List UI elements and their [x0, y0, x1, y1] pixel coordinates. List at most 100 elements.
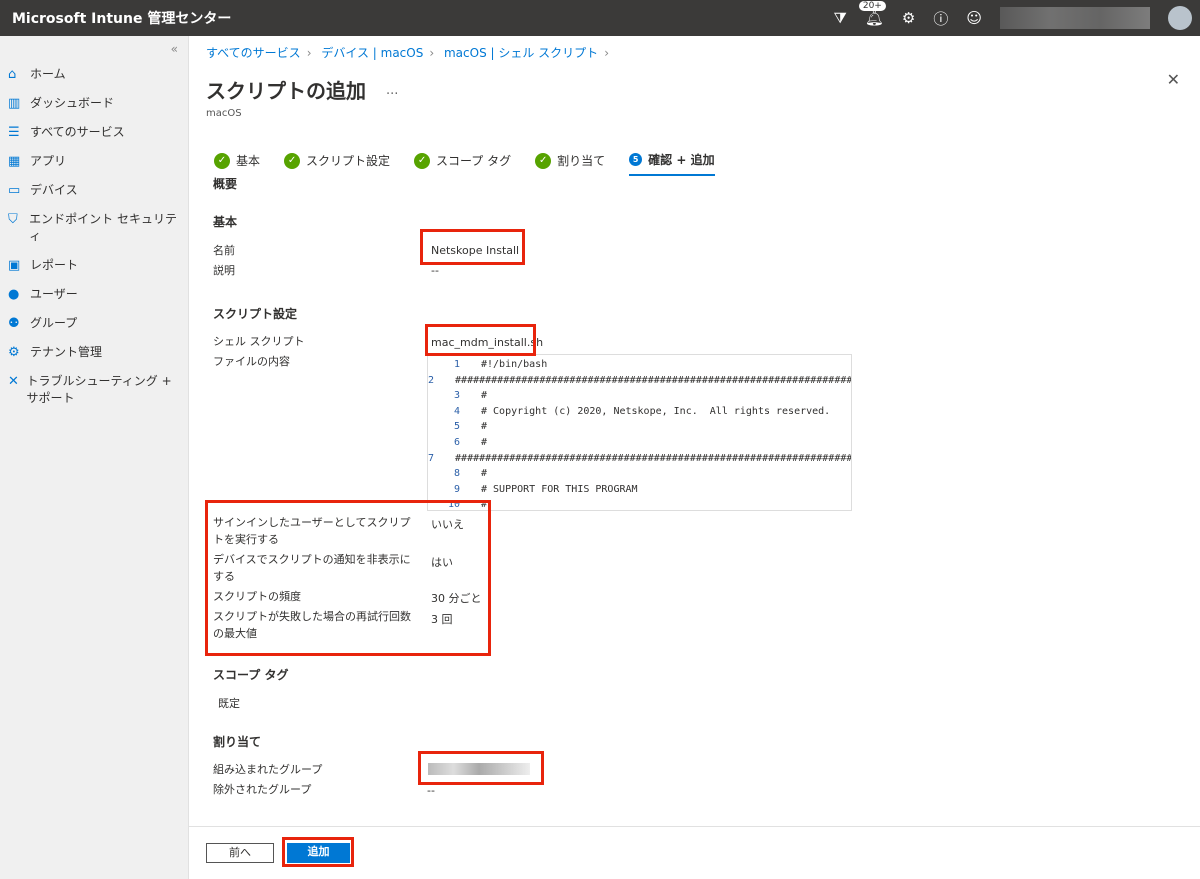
code-line: 1 #!/bin/bash: [428, 357, 851, 373]
check-icon: ✓: [214, 152, 230, 169]
sidebar-item-label: ホーム: [30, 67, 66, 81]
code-text: ########################################…: [455, 452, 852, 464]
sidebar-icon: ●: [8, 287, 20, 302]
breadcrumb-shell-scripts[interactable]: macOS | シェル スクリプト: [444, 46, 598, 60]
filter-icon[interactable]: ⧩: [833, 9, 846, 27]
description-label: 説明: [213, 264, 235, 277]
scope-tag-value: 既定: [218, 697, 240, 710]
check-icon: ✓: [535, 152, 552, 169]
sidebar-item[interactable]: ▭ デバイス: [0, 176, 188, 205]
sidebar: « ⌂ ホーム ▥ ダッシュボード ☰ すべてのサービス ▦ アプリ ▭ デバイス ⛉ エンドポイント…: [0, 36, 189, 879]
page-title: スクリプトの追加: [206, 79, 366, 103]
avatar[interactable]: [1168, 6, 1192, 30]
sidebar-icon: ▣: [8, 258, 21, 273]
sidebar-item[interactable]: ⚉ グループ: [0, 309, 188, 338]
check-icon: ✓: [284, 152, 301, 169]
page-subtitle: macOS: [206, 108, 242, 119]
sidebar-item[interactable]: ▣ レポート: [0, 251, 188, 280]
sidebar-item-label: ダッシュボード: [30, 96, 115, 110]
sidebar-icon: ⚉: [8, 316, 20, 331]
sidebar-item-label: レポート: [30, 258, 79, 272]
feedback-icon[interactable]: ☺: [966, 9, 982, 27]
code-line: 8 #: [428, 466, 851, 482]
wizard-step[interactable]: ✓ 割り当て: [535, 151, 605, 176]
code-line: 7 #######################################…: [428, 451, 851, 467]
code-line: 9 # SUPPORT FOR THIS PROGRAM: [428, 482, 851, 498]
step-label: 基本: [236, 154, 261, 168]
previous-button[interactable]: 前へ: [206, 843, 274, 863]
highlight-add: [282, 837, 354, 867]
code-text: #: [481, 468, 488, 480]
assignments-heading: 割り当て: [213, 735, 262, 749]
step-label: スクリプト設定: [306, 154, 391, 168]
collapse-icon[interactable]: «: [171, 42, 178, 56]
step-label: スコープ タグ: [436, 154, 512, 168]
code-text: # Copyright (c) 2020, Netskope, Inc. All…: [481, 405, 831, 417]
step-number-icon: 5: [629, 153, 643, 166]
code-text: #: [481, 390, 488, 402]
highlight-shell: [425, 324, 536, 356]
app-title: Microsoft Intune 管理センター: [12, 11, 232, 27]
sidebar-icon: ▭: [8, 183, 21, 198]
sidebar-item-label: グループ: [30, 316, 78, 330]
top-bar: Microsoft Intune 管理センター ⧩ 🔔︎ 20+ ⚙ ⓘ ☺: [0, 0, 1200, 36]
script-heading: スクリプト設定: [213, 307, 298, 321]
wizard-step[interactable]: 5 確認 + 追加: [629, 151, 715, 176]
excluded-groups-value: --: [427, 784, 435, 797]
code-line: 2 #######################################…: [428, 373, 851, 389]
included-groups-label: 組み込まれたグループ: [213, 763, 323, 776]
wizard-step[interactable]: ✓ 基本: [214, 151, 260, 176]
notification-icon[interactable]: 🔔︎ 20+: [858, 1, 886, 27]
close-icon[interactable]: ✕: [1167, 70, 1180, 89]
sidebar-icon: ✕: [8, 374, 19, 389]
sidebar-icon: ☰: [8, 125, 20, 140]
scope-tags-heading: スコープ タグ: [213, 668, 289, 682]
highlight-groups: [418, 751, 544, 785]
code-line: 4 # Copyright (c) 2020, Netskope, Inc. Al…: [428, 404, 851, 420]
more-icon[interactable]: ···: [386, 87, 398, 102]
sidebar-item[interactable]: ▦ アプリ: [0, 147, 188, 176]
basics-heading: 基本: [213, 215, 238, 229]
sidebar-item-label: エンドポイント セキュリティ: [29, 212, 177, 243]
sidebar-icon: ⛉: [8, 212, 18, 227]
code-line: 3 #: [428, 388, 851, 404]
code-line: 10 #: [428, 497, 851, 510]
sidebar-item-label: アプリ: [30, 154, 67, 168]
name-label: 名前: [213, 244, 235, 257]
breadcrumb-devices[interactable]: デバイス | macOS: [321, 46, 423, 60]
sidebar-icon: ⚙: [8, 345, 20, 360]
sidebar-item[interactable]: ● ユーザー: [0, 280, 188, 309]
sidebar-icon: ▦: [8, 154, 21, 169]
breadcrumb-all-services[interactable]: すべてのサービス: [206, 46, 301, 60]
sidebar-item-label: ユーザー: [30, 287, 78, 301]
file-content-viewer[interactable]: 1 #!/bin/bash 2 ###########################…: [427, 354, 852, 511]
help-icon[interactable]: ⓘ: [933, 8, 948, 29]
file-content-label: ファイルの内容: [213, 355, 290, 368]
sidebar-item-label: トラブルシューティング + サポート: [26, 374, 172, 405]
sidebar-icon: ⌂: [8, 67, 17, 82]
sidebar-item[interactable]: ⛉ エンドポイント セキュリティ: [0, 205, 188, 251]
code-line: 6 #: [428, 435, 851, 451]
sidebar-item[interactable]: ☰ すべてのサービス: [0, 118, 188, 147]
wizard-step[interactable]: ✓ スクリプト設定: [284, 151, 390, 176]
highlight-settings: [205, 500, 491, 656]
step-label: 割り当て: [557, 154, 606, 168]
sidebar-item[interactable]: ▥ ダッシュボード: [0, 89, 188, 118]
overview-heading: 概要: [213, 177, 238, 191]
sidebar-item[interactable]: ⌂ ホーム: [0, 60, 188, 89]
breadcrumb: すべてのサービス › デバイス | macOS › macOS | シェル スクリプ…: [206, 46, 609, 60]
code-line: 5 #: [428, 419, 851, 435]
code-text: #!/bin/bash: [481, 359, 548, 370]
shell-script-label: シェル スクリプト: [213, 335, 305, 348]
gear-icon[interactable]: ⚙: [902, 9, 915, 27]
step-label: 確認 + 追加: [648, 153, 715, 167]
sidebar-item[interactable]: ✕ トラブルシューティング + サポート: [0, 367, 188, 413]
sidebar-item-label: デバイス: [30, 183, 78, 197]
notification-badge: 20+: [858, 1, 886, 11]
sidebar-item-label: テナント管理: [30, 345, 103, 359]
excluded-groups-label: 除外されたグループ: [213, 783, 312, 796]
account-info[interactable]: [1000, 7, 1150, 29]
sidebar-item-label: すべてのサービス: [30, 125, 125, 139]
sidebar-item[interactable]: ⚙ テナント管理: [0, 338, 188, 367]
wizard-step[interactable]: ✓ スコープ タグ: [414, 151, 511, 176]
